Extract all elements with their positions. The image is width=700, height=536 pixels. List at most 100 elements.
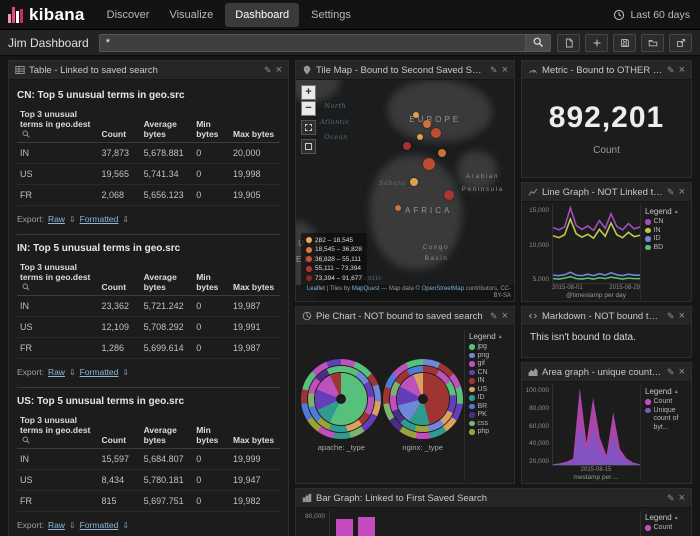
magnifier-icon[interactable] xyxy=(22,283,30,291)
export-formatted-link[interactable]: Formatted xyxy=(80,214,119,224)
panel-header[interactable]: Line Graph - NOT Linked to save... ✎ × xyxy=(522,183,691,202)
column-header[interactable]: Count xyxy=(99,260,141,296)
legend-item[interactable]: ID xyxy=(469,394,510,403)
map-marker[interactable] xyxy=(438,149,446,157)
kibana-brand[interactable]: kibana xyxy=(0,0,97,29)
legend-item[interactable]: BD xyxy=(645,244,686,253)
map-marker[interactable] xyxy=(444,190,454,200)
close-icon[interactable]: × xyxy=(679,187,685,198)
legend-item[interactable]: jpg xyxy=(469,343,510,352)
column-header[interactable]: Max bytes xyxy=(230,107,280,143)
bar-chart[interactable] xyxy=(336,513,636,536)
panel-header[interactable]: Pie Chart - NOT bound to saved search ✎ … xyxy=(296,307,514,326)
edit-icon[interactable]: ✎ xyxy=(667,188,675,197)
panel-header[interactable]: Metric - Bound to OTHER Saved ... ✎ × xyxy=(522,61,691,80)
column-header[interactable]: Average bytes xyxy=(141,260,194,296)
zoom-in-button[interactable]: + xyxy=(301,85,316,100)
close-icon[interactable]: × xyxy=(276,65,282,76)
edit-icon[interactable]: ✎ xyxy=(490,66,498,75)
close-icon[interactable]: × xyxy=(502,311,508,322)
column-header-term[interactable]: Top 3 unusual terms in geo.dest xyxy=(17,413,99,449)
time-filter[interactable]: Last 60 days xyxy=(613,9,700,21)
export-raw-link[interactable]: Raw xyxy=(48,214,65,224)
pie-chart-nginx[interactable] xyxy=(383,359,463,439)
legend-item[interactable]: US xyxy=(469,386,510,395)
column-header-term[interactable]: Top 3 unusual terms in geo.dest xyxy=(17,107,99,143)
column-header[interactable]: Min bytes xyxy=(193,107,230,143)
legend-item[interactable]: css xyxy=(469,420,510,429)
line-chart[interactable] xyxy=(552,205,640,284)
column-header[interactable]: Min bytes xyxy=(193,260,230,296)
panel-header[interactable]: Markdown - NOT bound to data ✎ × xyxy=(522,307,691,326)
panel-header[interactable]: Bar Graph: Linked to First Saved Search … xyxy=(296,489,691,508)
magnifier-icon[interactable] xyxy=(22,130,30,138)
zoom-out-button[interactable]: − xyxy=(301,101,316,116)
column-header[interactable]: Max bytes xyxy=(230,413,280,449)
close-icon[interactable]: × xyxy=(679,367,685,378)
share-dashboard-button[interactable] xyxy=(669,34,692,52)
map-marker[interactable] xyxy=(413,112,419,118)
column-header[interactable]: Count xyxy=(99,107,141,143)
nav-item-discover[interactable]: Discover xyxy=(97,0,160,29)
legend-item[interactable]: gif xyxy=(469,360,510,369)
legend-item[interactable]: CN xyxy=(469,369,510,378)
box-zoom-button[interactable] xyxy=(301,120,316,135)
legend-item[interactable]: ID xyxy=(645,235,686,244)
map-marker[interactable] xyxy=(417,134,423,140)
map-marker[interactable] xyxy=(423,120,431,128)
column-header[interactable]: Average bytes xyxy=(141,107,194,143)
mapquest-link[interactable]: MapQuest xyxy=(352,286,380,292)
legend-item[interactable]: CN xyxy=(645,218,686,227)
map-marker[interactable] xyxy=(423,158,435,170)
column-header[interactable]: Max bytes xyxy=(230,260,280,296)
column-header-term[interactable]: Top 3 unusual terms in geo.dest xyxy=(17,260,99,296)
column-header[interactable]: Min bytes xyxy=(193,413,230,449)
export-raw-link[interactable]: Raw xyxy=(48,520,65,530)
legend-collapse-icon[interactable]: ▴ xyxy=(675,514,678,521)
new-dashboard-button[interactable] xyxy=(557,34,580,52)
panel-header[interactable]: Area graph - unique count of byt... ✎ × xyxy=(522,363,691,382)
legend-collapse-icon[interactable]: ▴ xyxy=(675,208,678,215)
legend-item[interactable]: IN xyxy=(469,377,510,386)
edit-icon[interactable]: ✎ xyxy=(264,66,272,75)
legend-item[interactable]: png xyxy=(469,352,510,361)
edit-icon[interactable]: ✎ xyxy=(667,312,675,321)
add-visualization-button[interactable] xyxy=(585,34,608,52)
edit-icon[interactable]: ✎ xyxy=(667,494,675,503)
close-icon[interactable]: × xyxy=(679,65,685,76)
area-chart[interactable] xyxy=(552,385,640,466)
map-marker[interactable] xyxy=(410,178,418,186)
legend-item[interactable]: Count xyxy=(645,524,686,533)
panel-header[interactable]: Tile Map - Bound to Second Saved Search … xyxy=(296,61,514,80)
close-icon[interactable]: × xyxy=(679,311,685,322)
fit-bounds-button[interactable] xyxy=(301,139,316,154)
column-header[interactable]: Count xyxy=(99,413,141,449)
panel-header[interactable]: Table - Linked to saved search ✎ × xyxy=(9,61,288,80)
magnifier-icon[interactable] xyxy=(22,436,30,444)
edit-icon[interactable]: ✎ xyxy=(667,368,675,377)
save-dashboard-button[interactable] xyxy=(613,34,636,52)
map-marker[interactable] xyxy=(403,142,411,150)
legend-item[interactable]: PK xyxy=(469,411,510,420)
export-formatted-link[interactable]: Formatted xyxy=(80,367,119,377)
close-icon[interactable]: × xyxy=(502,65,508,76)
close-icon[interactable]: × xyxy=(679,493,685,504)
export-raw-link[interactable]: Raw xyxy=(48,367,65,377)
load-dashboard-button[interactable] xyxy=(641,34,664,52)
nav-item-settings[interactable]: Settings xyxy=(301,0,361,29)
openstreetmap-link[interactable]: OpenStreetMap xyxy=(422,286,464,292)
column-header[interactable]: Average bytes xyxy=(141,413,194,449)
search-button[interactable] xyxy=(525,34,551,52)
legend-item[interactable]: php xyxy=(469,428,510,437)
legend-item[interactable]: Unique count of byt... xyxy=(645,407,686,433)
nav-item-dashboard[interactable]: Dashboard xyxy=(225,3,299,27)
legend-collapse-icon[interactable]: ▴ xyxy=(499,333,502,340)
export-formatted-link[interactable]: Formatted xyxy=(80,520,119,530)
legend-item[interactable]: Count xyxy=(645,398,686,407)
edit-icon[interactable]: ✎ xyxy=(490,312,498,321)
nav-item-visualize[interactable]: Visualize xyxy=(159,0,223,29)
legend-item[interactable]: IN xyxy=(645,227,686,236)
pie-chart-apache[interactable] xyxy=(301,359,381,439)
map-marker[interactable] xyxy=(431,128,441,138)
leaflet-link[interactable]: Leaflet xyxy=(307,286,325,292)
